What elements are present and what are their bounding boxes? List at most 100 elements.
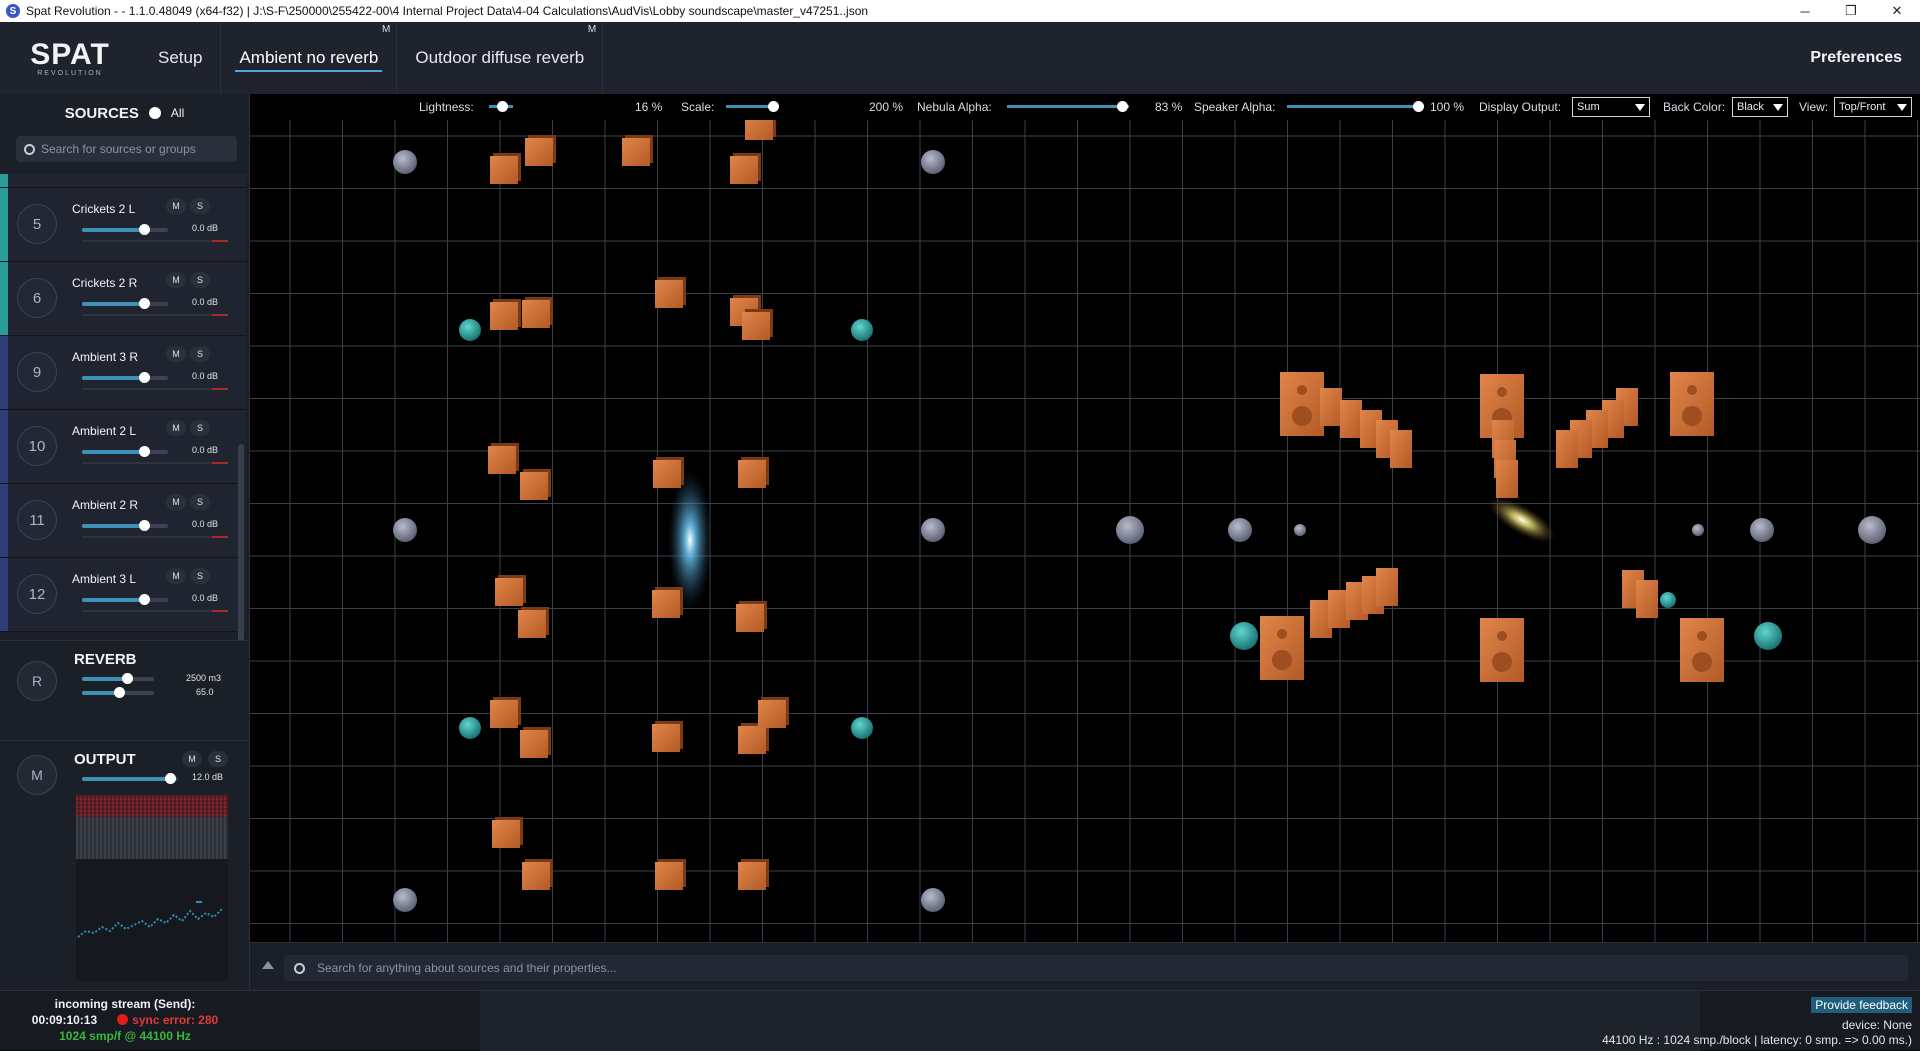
speaker-box[interactable] (1680, 618, 1724, 682)
speaker-sphere[interactable] (851, 717, 873, 739)
speaker-cube[interactable] (522, 859, 553, 890)
speaker-sphere[interactable] (459, 717, 481, 739)
source-item-partial[interactable] (0, 174, 246, 188)
slider-knob[interactable] (138, 446, 150, 457)
back-color-dropdown[interactable]: Black (1732, 97, 1788, 117)
speaker-sphere[interactable] (393, 518, 417, 542)
speaker-sphere[interactable] (921, 518, 945, 542)
speaker-box[interactable] (1340, 400, 1362, 438)
source-item[interactable]: 5 Crickets 2 L M S 0.0 dB (0, 188, 246, 262)
source-search-input[interactable]: Search for sources or groups (16, 136, 237, 162)
solo-button[interactable]: S (190, 494, 210, 510)
display-output-dropdown[interactable]: Sum (1572, 97, 1650, 117)
speaker-sphere[interactable] (1750, 518, 1774, 542)
gain-slider[interactable] (82, 446, 168, 457)
expand-arrow-icon[interactable] (262, 961, 274, 969)
output-gain-slider[interactable] (82, 773, 178, 784)
speaker-cube[interactable] (738, 457, 769, 488)
maximize-button[interactable]: ❐ (1828, 0, 1874, 22)
speaker-cube[interactable] (520, 469, 551, 500)
speaker-alpha-slider[interactable] (1287, 101, 1424, 112)
speaker-sphere[interactable] (1230, 622, 1258, 650)
minimize-button[interactable]: ─ (1782, 0, 1828, 22)
view-dropdown[interactable]: Top/Front (1834, 97, 1912, 117)
speaker-sphere[interactable] (851, 319, 873, 341)
mute-button[interactable]: M (166, 568, 186, 584)
scene-canvas[interactable] (250, 120, 1920, 942)
slider-knob[interactable] (138, 298, 150, 309)
gain-slider[interactable] (82, 224, 168, 235)
speaker-sphere[interactable] (1858, 516, 1886, 544)
source-item[interactable]: 9 Ambient 3 R M S 0.0 dB (0, 336, 246, 410)
speaker-box[interactable] (1480, 618, 1524, 682)
speaker-sphere[interactable] (1294, 524, 1306, 536)
speaker-sphere[interactable] (459, 319, 481, 341)
speaker-cube[interactable] (736, 601, 767, 632)
slider-knob[interactable] (138, 594, 150, 605)
speaker-cube[interactable] (490, 153, 521, 184)
solo-button[interactable]: S (190, 420, 210, 436)
speaker-sphere[interactable] (921, 150, 945, 174)
mute-button[interactable]: M (166, 346, 186, 362)
solo-button[interactable]: S (190, 198, 210, 214)
speaker-cube[interactable] (730, 153, 761, 184)
solo-button[interactable]: S (190, 272, 210, 288)
speaker-cube[interactable] (522, 297, 553, 328)
speaker-cube[interactable] (655, 277, 686, 308)
speaker-cube[interactable] (518, 607, 549, 638)
speaker-box[interactable] (1390, 430, 1412, 468)
scale-slider[interactable] (726, 101, 779, 112)
tab-outdoor-diffuse-reverb[interactable]: M Outdoor diffuse reverb (397, 22, 604, 94)
speaker-cube[interactable] (492, 817, 523, 848)
speaker-cube[interactable] (738, 859, 769, 890)
solo-button[interactable]: S (190, 346, 210, 362)
all-toggle[interactable] (148, 107, 161, 119)
speaker-cube[interactable] (520, 727, 551, 758)
slider-knob[interactable] (138, 372, 150, 383)
mute-button[interactable]: M (166, 420, 186, 436)
nebula-alpha-slider[interactable] (1007, 101, 1129, 112)
lightness-slider[interactable] (489, 101, 513, 112)
tab-ambient-no-reverb[interactable]: M Ambient no reverb (221, 22, 398, 94)
speaker-box[interactable] (1636, 580, 1658, 618)
tab-setup[interactable]: Setup (140, 22, 222, 94)
slider-knob[interactable] (165, 773, 177, 784)
mute-button[interactable]: M (166, 494, 186, 510)
speaker-box[interactable] (1260, 616, 1304, 680)
speaker-box[interactable] (1496, 460, 1518, 498)
gain-slider[interactable] (82, 520, 168, 531)
speaker-cube[interactable] (622, 135, 653, 166)
provide-feedback-button[interactable]: Provide feedback (1811, 997, 1912, 1013)
source-item[interactable]: 6 Crickets 2 R M S 0.0 dB (0, 262, 246, 336)
speaker-sphere[interactable] (1692, 524, 1704, 536)
slider-knob[interactable] (1117, 101, 1128, 112)
speaker-sphere[interactable] (1116, 516, 1144, 544)
scene-viewport[interactable]: Lightness: 16 % Scale: 200 % Nebula Alph… (250, 94, 1920, 942)
speaker-cube[interactable] (490, 299, 521, 330)
speaker-box[interactable] (1320, 388, 1342, 426)
gain-slider[interactable] (82, 372, 168, 383)
source-item[interactable]: 12 Ambient 3 L M S 0.0 dB (0, 558, 246, 632)
speaker-cube[interactable] (655, 859, 686, 890)
speaker-box[interactable] (1376, 568, 1398, 606)
speaker-box[interactable] (1556, 430, 1578, 468)
speaker-cube[interactable] (652, 721, 683, 752)
slider-knob[interactable] (138, 520, 150, 531)
speaker-cube[interactable] (488, 443, 519, 474)
speaker-cube[interactable] (653, 457, 684, 488)
speaker-cube[interactable] (495, 575, 526, 606)
speaker-sphere[interactable] (393, 150, 417, 174)
slider-knob[interactable] (497, 101, 508, 112)
mute-button[interactable]: M (166, 272, 186, 288)
speaker-sphere[interactable] (921, 888, 945, 912)
speaker-box[interactable] (1280, 372, 1324, 436)
gain-slider[interactable] (82, 298, 168, 309)
property-search-input[interactable]: Search for anything about sources and th… (284, 955, 1908, 981)
output-mute-button[interactable]: M (182, 751, 202, 767)
reverb-room-slider[interactable] (82, 673, 154, 684)
speaker-sphere[interactable] (1660, 592, 1676, 608)
close-button[interactable]: ✕ (1874, 0, 1920, 22)
slider-knob[interactable] (114, 687, 126, 698)
speaker-cube[interactable] (758, 697, 789, 728)
slider-knob[interactable] (138, 224, 150, 235)
